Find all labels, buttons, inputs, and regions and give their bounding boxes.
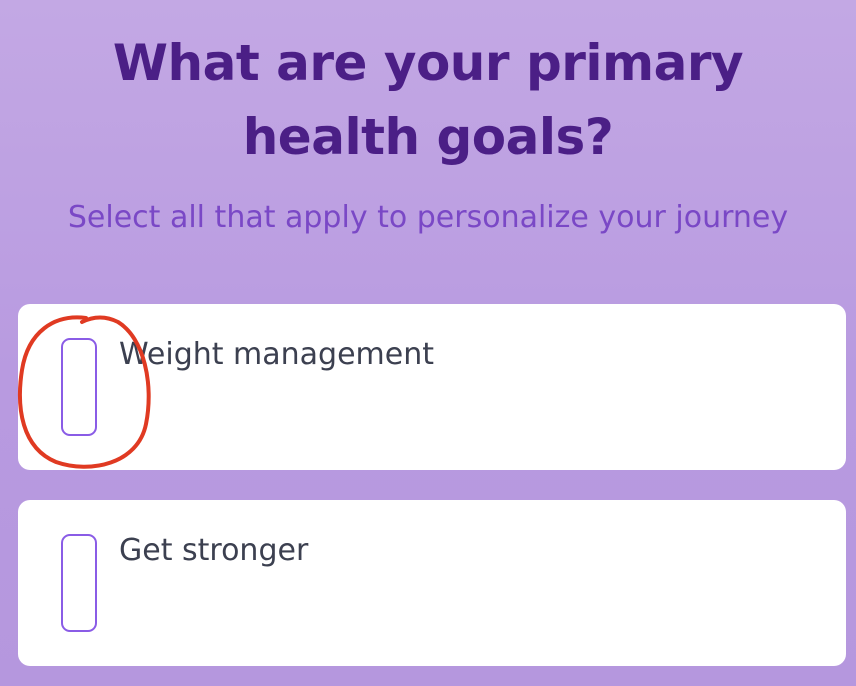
get-stronger-checkbox[interactable] — [61, 534, 97, 632]
weight-management-checkbox[interactable] — [61, 338, 97, 436]
goal-option-get-stronger[interactable]: Get stronger — [18, 500, 846, 666]
weight-management-label: Weight management — [119, 337, 435, 372]
page-title-line-1: What are your primary — [112, 34, 744, 92]
page-title: What are your primary health goals? — [0, 26, 856, 174]
get-stronger-label: Get stronger — [119, 533, 309, 568]
goal-option-weight-management[interactable]: Weight management — [18, 304, 846, 470]
page-title-line-2: health goals? — [242, 108, 614, 166]
page-subtitle: Select all that apply to personalize you… — [67, 200, 789, 235]
